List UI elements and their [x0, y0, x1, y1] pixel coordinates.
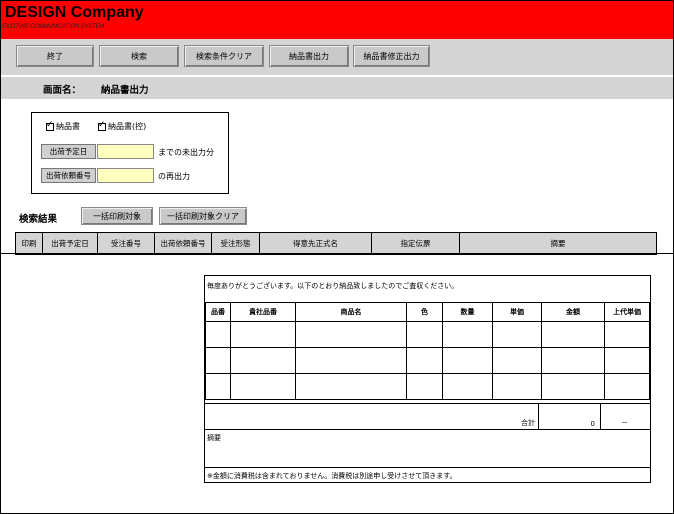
screen-title-bar: 画面名： 納品書出力	[1, 77, 673, 99]
shipping-request-no-label: 出荷依頼番号	[41, 168, 96, 183]
bulk-print-target-button[interactable]: 一括印刷対象	[81, 207, 153, 225]
delivery-note-preview: 毎度ありがとうございます。以下のとおり納品致しましたのでご査収ください。 品番 …	[204, 275, 651, 483]
slip-column-header: 単価	[492, 302, 542, 322]
divider	[1, 253, 673, 254]
toolbar: 終了 検索 検索条件クリア 納品書出力 納品書修正出力	[1, 39, 673, 75]
total-retail-cell: －	[600, 404, 651, 430]
shipping-request-no-suffix: の再出力	[158, 172, 190, 181]
search-conditions-panel: 納品書 納品書(控) 出荷予定日 までの未出力分 出荷依頼番号 の再出力	[31, 112, 229, 194]
page-title: 納品書出力	[101, 85, 149, 96]
column-header[interactable]: 受注番号	[98, 233, 155, 254]
column-header[interactable]: 印刷	[15, 233, 43, 254]
total-retail: －	[621, 419, 628, 427]
total-amount: 0	[590, 420, 595, 428]
ship-date-label: 出荷予定日	[41, 144, 96, 159]
slip-column-header: 商品名	[295, 302, 407, 322]
slip-column-header: 貴社品番	[230, 302, 296, 322]
column-header[interactable]: 出荷依頼番号	[155, 233, 212, 254]
total-label: 合計	[521, 419, 535, 427]
checkbox-label: 納品書	[56, 122, 80, 131]
company-tagline: EXCITING COMMUNICATION SYSTEM	[2, 24, 105, 30]
column-header[interactable]: 出荷予定日	[43, 233, 98, 254]
checkbox-label: 納品書(控)	[108, 122, 147, 131]
slip-column-header: 金額	[541, 302, 605, 322]
table-row	[205, 321, 650, 348]
shipping-request-no-input[interactable]	[97, 168, 154, 183]
search-results-label: 検索結果	[19, 214, 58, 225]
memo-label: 摘要	[207, 434, 221, 442]
slip-items-table: 品番 貴社品番 商品名 色 数量 単価 金額 上代単価	[205, 302, 650, 400]
search-button[interactable]: 検索	[99, 45, 179, 67]
slip-message: 毎度ありがとうございます。以下のとおり納品致しましたのでご査収ください。	[207, 282, 459, 290]
results-table-header: 印刷 出荷予定日 受注番号 出荷依頼番号 受注形態 得意先正式名 指定伝票 摘要	[15, 232, 657, 255]
total-amount-cell: 0	[538, 404, 601, 430]
slip-header-row: 品番 貴社品番 商品名 色 数量 単価 金額 上代単価	[205, 302, 650, 322]
slip-column-header: 品番	[205, 302, 231, 322]
column-header[interactable]: 受注形態	[212, 233, 260, 254]
ship-date-suffix: までの未出力分	[158, 148, 214, 157]
slip-column-header: 上代単価	[604, 302, 650, 322]
print-corrected-delivery-note-button[interactable]: 納品書修正出力	[353, 45, 430, 67]
screen-label: 画面名：	[43, 85, 82, 96]
app-window: DESIGN Company EXCITING COMMUNICATION SY…	[0, 0, 674, 514]
column-header[interactable]: 指定伝票	[372, 233, 460, 254]
slip-column-header: 色	[406, 302, 443, 322]
footnote-text: ※金額に消費税は含まれておりません。消費税は別途申し受けさせて頂きます。	[207, 472, 457, 480]
slip-column-header: 数量	[442, 302, 493, 322]
exit-button[interactable]: 終了	[16, 45, 94, 67]
table-row	[205, 373, 650, 400]
checkbox-delivery-note[interactable]: 納品書	[46, 120, 80, 132]
column-header[interactable]: 摘要	[460, 233, 657, 254]
app-header: DESIGN Company EXCITING COMMUNICATION SY…	[1, 1, 673, 39]
checkbox-checked-icon[interactable]	[46, 120, 54, 131]
slip-footnote: ※金額に消費税は含まれておりません。消費税は別途申し受けさせて頂きます。	[205, 467, 650, 483]
slip-memo-area: 摘要	[205, 429, 650, 468]
bulk-print-clear-button[interactable]: 一括印刷対象クリア	[159, 207, 247, 225]
company-logo: DESIGN Company	[5, 4, 144, 21]
checkbox-delivery-note-copy[interactable]: 納品書(控)	[98, 120, 147, 132]
ship-date-input[interactable]	[97, 144, 154, 159]
checkbox-checked-icon[interactable]	[98, 120, 106, 131]
table-row	[205, 347, 650, 374]
column-header[interactable]: 得意先正式名	[260, 233, 372, 254]
slip-total-row: 合計 0 －	[205, 403, 650, 430]
print-delivery-note-button[interactable]: 納品書出力	[269, 45, 349, 67]
clear-conditions-button[interactable]: 検索条件クリア	[184, 45, 264, 67]
